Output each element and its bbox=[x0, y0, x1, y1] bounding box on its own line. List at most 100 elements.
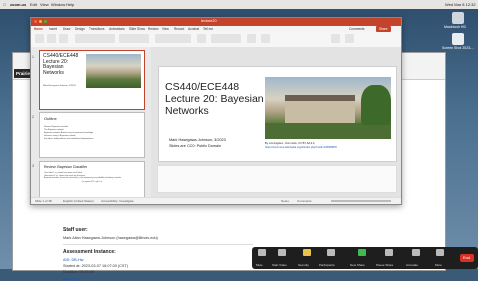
thumb-title: Review: Bayesian Classifier bbox=[44, 165, 88, 169]
more-dots-icon bbox=[436, 249, 444, 256]
slide-author: Mark Hasegawa-Johnson, 3/2023 bbox=[169, 138, 226, 142]
slide-editor: CS440/ECE448 Lecture 20: Bayesian Networ… bbox=[151, 47, 401, 197]
thumb-title: CS440/ECE448 Lecture 20: Bayesian Networ… bbox=[43, 53, 79, 76]
thumb-title: Outline bbox=[44, 116, 57, 121]
end-label: End bbox=[463, 255, 471, 260]
thumb-bullet: Bayesian classifier: choose the class la… bbox=[44, 177, 122, 180]
mute-button[interactable] bbox=[255, 249, 269, 260]
slide-number: 2 bbox=[32, 115, 34, 119]
start-video-label: Start Video bbox=[272, 263, 287, 267]
participants-button[interactable] bbox=[324, 249, 338, 260]
menubar-clock[interactable]: Wed Mar 8 12:32 bbox=[445, 0, 476, 9]
powerpoint-window: lecture20 Home Insert Draw Design Transi… bbox=[30, 17, 402, 205]
font-format-icons[interactable] bbox=[119, 34, 149, 43]
slide-thumbnail-3[interactable]: Review: Bayesian Classifier Class label … bbox=[39, 161, 145, 199]
layout-icon[interactable] bbox=[59, 34, 68, 43]
slide-number: 1 bbox=[32, 55, 34, 59]
close-window-icon[interactable] bbox=[34, 20, 37, 23]
building-photo bbox=[265, 77, 391, 139]
share-screen-icon bbox=[358, 249, 366, 256]
speaker-notes-pane[interactable] bbox=[157, 165, 397, 193]
more-label: More bbox=[435, 263, 442, 267]
participants-icon bbox=[327, 249, 335, 256]
menu-help[interactable]: Help bbox=[66, 0, 74, 9]
mute-label: Mute bbox=[256, 263, 263, 267]
new-slide-icon[interactable] bbox=[47, 34, 56, 43]
slide-number: 3 bbox=[32, 164, 34, 168]
mac-menubar:  zoom.us Edit View Window Help Wed Mar … bbox=[0, 0, 478, 9]
menubar-app-name[interactable]: zoom.us bbox=[10, 0, 26, 9]
started-at: Started at: 2023-03-07 16:07:00 (CST) bbox=[63, 264, 129, 268]
apple-icon[interactable]:  bbox=[3, 0, 6, 9]
paragraph-icons[interactable] bbox=[155, 34, 191, 43]
slide-thumbnail-1[interactable]: CS440/ECE448 Lecture 20: Bayesian Networ… bbox=[39, 50, 145, 110]
slide-thumbnail-pane: 1 CS440/ECE448 Lecture 20: Bayesian Netw… bbox=[31, 47, 151, 199]
more-button[interactable] bbox=[433, 249, 447, 260]
tree-shape bbox=[361, 85, 391, 125]
slide-thumbnail-2[interactable]: Outline Review: Bayesian classifier The … bbox=[39, 112, 145, 158]
start-video-button[interactable] bbox=[275, 249, 289, 260]
desktop-icon-label-screenshot: Screen Shot 2023-... bbox=[442, 46, 475, 50]
duration: Duration: 00:00:00 bbox=[63, 270, 95, 274]
staff-user-value: Mark Allan Hasegawa-Johnson (hasegawa@il… bbox=[63, 236, 158, 240]
staff-user-heading: Staff user: bbox=[63, 227, 88, 233]
view-log-link[interactable]: View log bbox=[63, 277, 77, 281]
assessment-link[interactable]: AID: DB-Hw bbox=[63, 258, 83, 262]
photo-credit-link[interactable]: https://commons.wikimedia.org/w/index.ph… bbox=[265, 146, 337, 149]
menu-view[interactable]: View bbox=[40, 0, 49, 9]
paste-icon[interactable] bbox=[35, 34, 44, 43]
lawn-shape bbox=[265, 123, 391, 139]
divider bbox=[63, 244, 253, 245]
thumb-formula: ŷ = argmax P(Y = y|X = x) bbox=[81, 180, 103, 183]
new-share-button[interactable] bbox=[355, 249, 369, 260]
slide-counter: Slide 1 of 38 bbox=[35, 199, 52, 203]
pencil-icon bbox=[412, 249, 420, 256]
dictate-icon[interactable] bbox=[331, 34, 340, 43]
slide-title: CS440/ECE448 Lecture 20: Bayesian Networ… bbox=[165, 81, 264, 117]
building-photo-thumb bbox=[86, 54, 141, 88]
notes-button[interactable]: Notes bbox=[281, 199, 289, 203]
ppt-document-title: lecture20 bbox=[201, 19, 217, 23]
menu-edit[interactable]: Edit bbox=[30, 0, 37, 9]
thumb-bullets: Review: Bayesian classifier The Bayesian… bbox=[44, 126, 140, 141]
desktop-icon-label-drive: Macintosh HD bbox=[444, 25, 466, 29]
zoom-window-icon[interactable] bbox=[44, 20, 47, 23]
pause-share-label: Pause Share bbox=[376, 263, 394, 267]
video-camera-icon bbox=[278, 249, 286, 256]
thumb-bullet: Key ideas: independence and conditional … bbox=[44, 138, 94, 140]
font-selector[interactable] bbox=[75, 34, 115, 43]
status-comments-button[interactable]: Comments bbox=[297, 199, 312, 203]
slide-license: Slides are CC0: Public Domain bbox=[169, 144, 222, 148]
participants-label: Participants bbox=[319, 263, 335, 267]
new-share-label: New Share bbox=[350, 263, 365, 267]
designer-icon[interactable] bbox=[345, 34, 354, 43]
annotate-label: Annotate bbox=[406, 263, 419, 267]
assessment-heading: Assessment Instance: bbox=[63, 249, 116, 255]
minimize-window-icon[interactable] bbox=[39, 20, 42, 23]
shield-icon bbox=[303, 249, 311, 256]
zoom-slider[interactable] bbox=[331, 200, 391, 202]
end-meeting-button[interactable]: End bbox=[460, 254, 474, 262]
ribbon-toolbar bbox=[31, 32, 401, 48]
arrange-icon[interactable] bbox=[247, 34, 256, 43]
current-slide[interactable]: CS440/ECE448 Lecture 20: Bayesian Networ… bbox=[158, 66, 397, 162]
language-status[interactable]: English (United States) bbox=[63, 199, 94, 203]
convert-smartart-icon[interactable] bbox=[197, 34, 206, 43]
photo-credit: By Los Angeles - Own work, CC BY-SA 3.0, bbox=[265, 142, 316, 145]
thumb-bullets: Class label Y = y, drawn from some set o… bbox=[44, 172, 140, 183]
annotate-button[interactable] bbox=[409, 249, 423, 260]
accessibility-status[interactable]: Accessibility: Investigate bbox=[101, 199, 134, 203]
screenshot-file-icon[interactable] bbox=[452, 33, 464, 45]
ppt-titlebar: lecture20 bbox=[31, 18, 401, 26]
microphone-icon bbox=[258, 249, 266, 256]
thumb-subtitle: Mark Hasegawa-Johnson, 3/2023 bbox=[43, 85, 76, 87]
security-label: Security bbox=[298, 263, 309, 267]
drive-icon[interactable] bbox=[452, 12, 464, 24]
security-button[interactable] bbox=[300, 249, 314, 260]
pause-share-button[interactable] bbox=[382, 249, 396, 260]
quick-styles-icon[interactable] bbox=[261, 34, 270, 43]
menu-window[interactable]: Window bbox=[51, 0, 65, 9]
zoom-meeting-controls: Mute Start Video Security Participants N… bbox=[252, 247, 478, 269]
shapes-icon[interactable] bbox=[211, 34, 241, 43]
pause-icon bbox=[385, 249, 393, 256]
